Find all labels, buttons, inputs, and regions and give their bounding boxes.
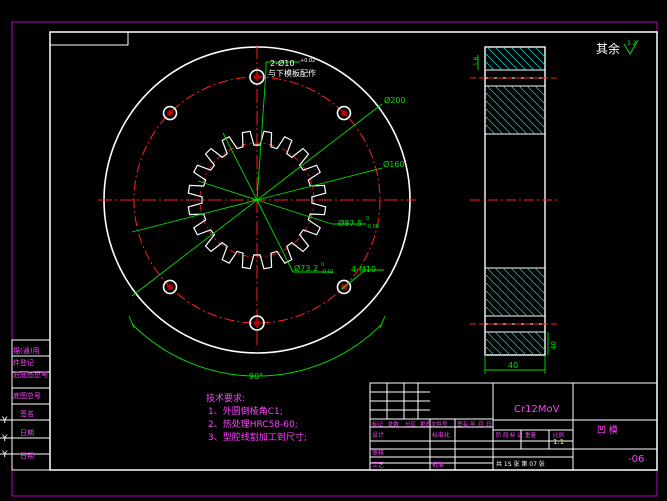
cad-drawing-canvas: 描(通)用 件登记 旧底图总号 底图总号 签名 日期 日期 Y Y Y 2-Ø1… [0,0,667,501]
left-strip-label-3: 底图总号 [13,391,41,400]
header-cell-1: 处数 [388,420,400,428]
drawing-number: -06 [628,454,644,465]
dim-d875-lower: -0.08 [366,224,379,230]
left-strip-label-1: 件登记 [13,358,34,367]
header-cell-2: 分区 [405,420,417,428]
row-label-process: 工艺 [372,461,384,469]
dim-d875-upper: 0 [366,216,369,222]
row-label-approve: 批准 [432,461,444,469]
dim-d732-lower: -0.02 [321,269,334,275]
material: Cr12MoV [514,404,560,415]
header-cell-5: 年 [470,420,476,428]
marker-y-icon: Y [1,416,8,426]
marker-y-icon: Y [1,450,8,460]
side-roughness: 1.6 [473,56,480,66]
dim-hole-top: 2-Ø10 [270,58,294,68]
left-strip-label-4: 签名 [20,409,34,418]
dim-hole-top-tol: +0.02 [300,58,315,64]
left-strip-label-6: 日期 [20,452,34,460]
tech-note-2: 2、热处理HRC58-60; [208,418,298,430]
left-strip-label-0: 描(通)用 [13,346,39,355]
dim-angle: 90° [249,372,263,381]
left-strip-label-2: 旧底图总号 [13,370,48,379]
left-strip-label-5: 日期 [20,429,34,437]
marker-y-icon: Y [1,434,8,444]
header-cell-4: 签名 [457,420,468,428]
sheet-info: 共 1S 张 第 07 张 [496,460,545,468]
stage-label-0: 阶 [496,431,502,439]
dim-hole-note: 与下模板配作 [268,68,316,78]
dim-d160: Ø160 [383,159,405,169]
stage-label-2: 标 [510,431,516,439]
scale: 1:1 [553,438,564,446]
side-height-dim: 40 [550,341,558,350]
stage-label-5: 比例 [553,431,565,439]
dim-d732: Ø73.2 [294,263,318,273]
header-cell-7: 日 [486,421,492,428]
stage-label-3: 记 [517,432,523,439]
row-label-standard: 标准化 [432,431,450,439]
tech-note-3: 3、型腔线割加工到尺寸; [208,431,307,443]
drawing-frame [0,0,667,501]
dim-d875: Ø87.5 [338,218,362,228]
dim-d732-upper: 0 [321,262,324,268]
header-cell-0: 标记 [372,420,384,428]
roughness-prefix: 其余 [596,41,620,56]
row-label-design: 设计 [372,431,384,439]
dim-d200: Ø200 [384,95,406,105]
header-cell-3: 更改文件号 [420,420,448,428]
header-cell-6: 月 [478,421,484,428]
roughness-value: 3.2 [627,40,637,47]
stage-label-4: 重量 [525,431,537,439]
stage-label-1: 段 [503,431,509,439]
tech-note-1: 1、外圆倒棱角C1; [208,405,283,417]
part-name: 凹 模 [597,425,618,436]
tech-notes-title: 技术要求: [206,392,245,404]
dim-thread: 4-M10 [351,265,376,274]
side-width-dim: 40 [508,361,518,370]
row-label-review: 审核 [372,449,384,457]
